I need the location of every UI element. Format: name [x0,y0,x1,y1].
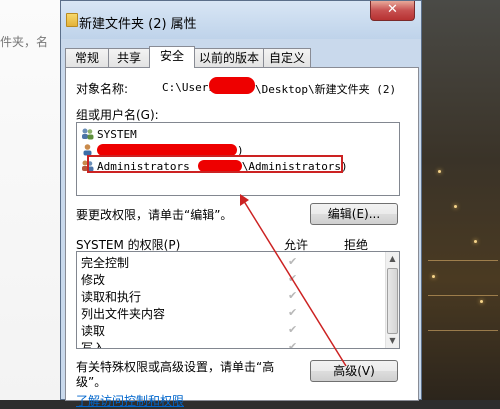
close-button[interactable]: ✕ [370,1,415,21]
allow-checkmark-icon: ✔ [288,306,298,319]
user-group-icon [82,128,94,140]
object-path-prefix: C:\Users [162,81,215,94]
window-title: 新建文件夹 (2) 属性 [79,17,197,32]
permission-row: 写入 [81,340,106,349]
change-permissions-text: 要更改权限，请单击“编辑”。 [76,208,233,222]
background-explorer-text: 件夹，名 [0,35,49,49]
edit-button[interactable]: 编辑(E)... [310,203,398,225]
allow-checkmark-icon: ✔ [288,323,298,336]
group-name: SYSTEM [97,128,137,141]
allow-checkmark-icon: ✔ [288,289,298,302]
tab-general[interactable]: 常规 [65,48,109,67]
tab-customize[interactable]: 自定义 [263,48,311,67]
folder-icon [66,13,78,27]
object-path-suffix: \Desktop\新建文件夹 (2) [255,83,397,96]
allow-checkmark-icon: ✔ [288,255,298,268]
permission-name: 写入 [81,341,106,349]
permissions-listbox[interactable]: 完全控制 ✔ 修改 ✔ 读取和执行 ✔ 列出文件夹内容 ✔ 读取 ✔ 写入 ✔ … [76,251,400,349]
allow-checkmark-icon: ✔ [288,272,298,285]
group-row-system[interactable]: SYSTEM [81,126,137,142]
scroll-up-icon[interactable]: ▲ [386,252,399,266]
permission-row: 读取和执行 [81,289,141,305]
redaction-mark [209,77,255,94]
object-name-label: 对象名称: [76,82,129,96]
desktop-wallpaper [420,0,500,400]
desktop-background-left: 件夹，名 [0,0,60,400]
permission-name: 读取和执行 [81,290,142,304]
permission-name: 修改 [81,273,106,287]
advanced-button[interactable]: 高级(V) [310,360,398,382]
permission-name: 读取 [81,324,106,338]
tab-sharing[interactable]: 共享 [108,48,150,67]
permission-row: 修改 [81,272,105,288]
permission-row: 列出文件夹内容 [81,306,165,322]
scroll-down-icon[interactable]: ▼ [386,334,399,348]
permission-row: 读取 [81,323,105,339]
security-panel: 对象名称: C:\Users \Desktop\新建文件夹 (2) 组或用户名(… [65,67,419,408]
annotation-highlight-box [87,155,343,173]
tab-strip: 常规 共享 安全 以前的版本 自定义 [65,46,419,68]
groups-label: 组或用户名(G): [76,108,159,122]
permissions-scrollbar[interactable]: ▲ ▼ [385,252,399,348]
advanced-text-line2: 级”。 [76,375,107,389]
permission-row: 完全控制 [81,255,129,271]
allow-checkmark-icon: ✔ [288,340,298,349]
properties-dialog: 新建文件夹 (2) 属性 ✕ 常规 共享 安全 以前的版本 自定义 对象名称: … [60,0,422,408]
help-link[interactable]: 了解访问控制和权限 [76,392,184,409]
groups-listbox[interactable]: SYSTEM ) Administrators \Administrators) [76,122,400,196]
permission-name: 列出文件夹内容 [81,307,166,321]
tab-security[interactable]: 安全 [149,46,195,68]
scroll-thumb[interactable] [387,268,398,334]
tab-previous-versions[interactable]: 以前的版本 [194,48,264,67]
permission-name: 完全控制 [81,256,130,270]
title-bar[interactable]: 新建文件夹 (2) 属性 ✕ [61,1,421,39]
